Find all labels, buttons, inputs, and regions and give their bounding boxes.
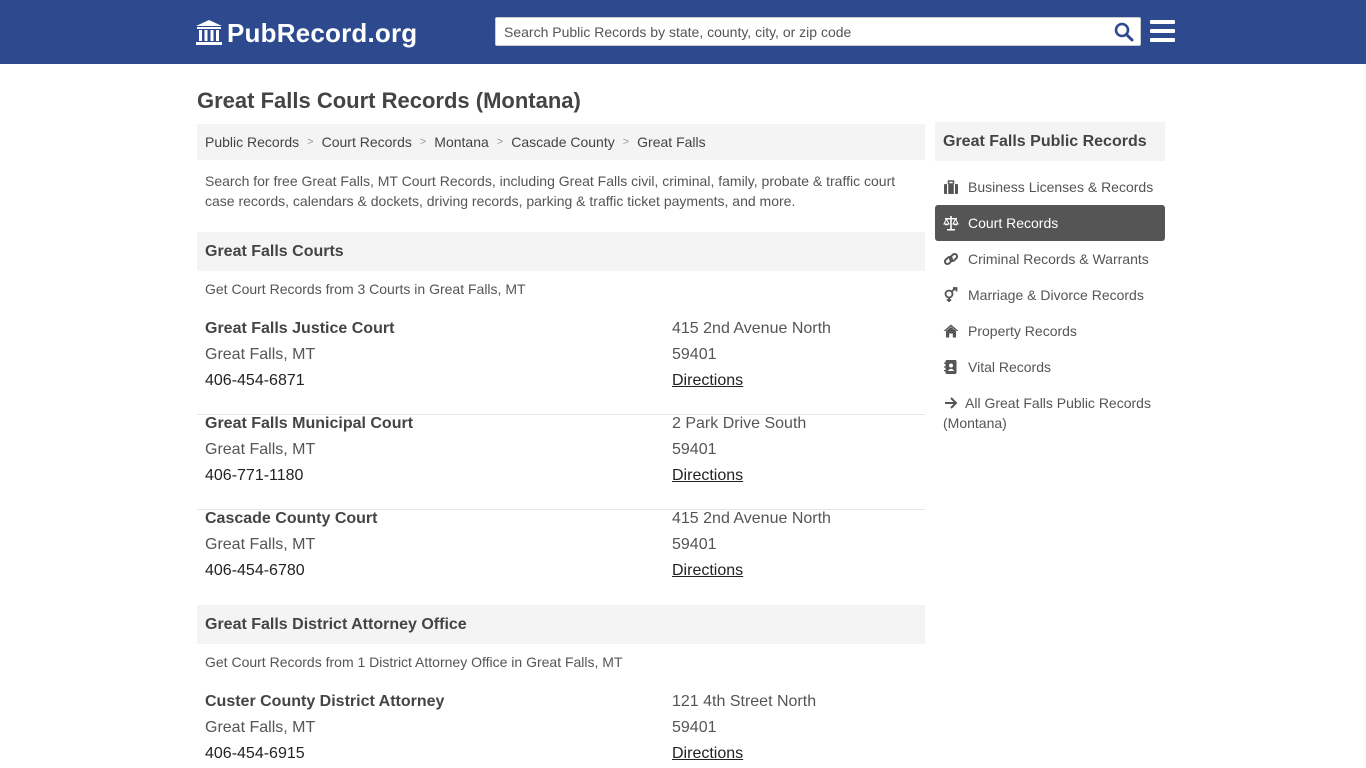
breadcrumb-separator: >: [496, 136, 504, 148]
sidebar-item-business-licenses[interactable]: Business Licenses & Records: [935, 169, 1165, 205]
gender-icon: [944, 287, 958, 302]
sidebar-item-label: Vital Records: [968, 359, 1052, 375]
directions-link[interactable]: Directions: [672, 372, 743, 390]
breadcrumb-cascade-county[interactable]: Cascade County: [511, 134, 615, 150]
court-phone[interactable]: 406-454-6915: [205, 745, 305, 763]
breadcrumb-separator: >: [419, 136, 427, 148]
breadcrumb-separator: >: [307, 136, 314, 148]
court-address: 415 2nd Avenue North: [672, 510, 831, 527]
court-city: Great Falls, MT: [205, 536, 316, 553]
courts-section-subtitle: Get Court Records from 3 Courts in Great…: [205, 281, 526, 297]
link-icon: [943, 252, 959, 266]
home-icon: [943, 324, 959, 338]
court-phone[interactable]: 406-454-6871: [205, 372, 305, 390]
search-input[interactable]: [496, 18, 1096, 45]
court-zip: 59401: [672, 441, 717, 458]
search-box: [495, 17, 1141, 46]
logo-text: PubRecord.org: [227, 17, 418, 48]
sidebar-item-court-records[interactable]: Court Records: [935, 205, 1165, 241]
court-address: 2 Park Drive South: [672, 415, 807, 432]
briefcase-icon: [944, 180, 958, 194]
sidebar-item-label: Court Records: [968, 215, 1059, 231]
breadcrumb-great-falls[interactable]: Great Falls: [637, 134, 705, 150]
court-listing: Cascade County Court Great Falls, MT 406…: [197, 510, 925, 605]
sidebar-item-label: Business Licenses & Records: [968, 179, 1154, 195]
sidebar-heading: Great Falls Public Records: [935, 122, 1165, 161]
sidebar-item-label: Property Records: [968, 323, 1077, 339]
search-icon[interactable]: [1114, 22, 1134, 42]
courthouse-icon: [196, 20, 222, 45]
court-address: 415 2nd Avenue North: [672, 320, 831, 337]
directions-link[interactable]: Directions: [672, 562, 743, 580]
sidebar-item-property-records[interactable]: Property Records: [935, 313, 1165, 349]
court-phone[interactable]: 406-454-6780: [205, 562, 305, 580]
sidebar-item-vital-records[interactable]: Vital Records: [935, 349, 1165, 385]
sidebar-all-records-label: All Great Falls Public Records (Montana): [943, 395, 1151, 431]
court-name: Cascade County Court: [205, 510, 378, 527]
sidebar-all-records-link[interactable]: All Great Falls Public Records (Montana): [943, 393, 1163, 433]
courts-section-heading: Great Falls Courts: [197, 232, 925, 271]
da-section-heading: Great Falls District Attorney Office: [197, 605, 925, 644]
page-title: Great Falls Court Records (Montana): [197, 88, 581, 113]
arrow-right-icon: [945, 397, 958, 409]
da-section-subtitle: Get Court Records from 1 District Attorn…: [205, 654, 623, 670]
breadcrumb: Public Records > Court Records > Montana…: [197, 124, 925, 160]
directions-link[interactable]: Directions: [672, 467, 743, 485]
court-city: Great Falls, MT: [205, 441, 316, 458]
court-listing: Great Falls Municipal Court Great Falls,…: [197, 415, 925, 510]
hamburger-menu-icon[interactable]: [1150, 20, 1175, 42]
court-city: Great Falls, MT: [205, 719, 316, 736]
court-listing: Custer County District Attorney Great Fa…: [197, 693, 925, 768]
court-zip: 59401: [672, 536, 717, 553]
court-name: Great Falls Justice Court: [205, 320, 395, 337]
court-city: Great Falls, MT: [205, 346, 316, 363]
breadcrumb-separator: >: [622, 136, 630, 148]
sidebar-item-label: Criminal Records & Warrants: [968, 251, 1149, 267]
sidebar-item-marriage-divorce[interactable]: Marriage & Divorce Records: [935, 277, 1165, 313]
breadcrumb-court-records[interactable]: Court Records: [322, 134, 412, 150]
scales-icon: [943, 216, 959, 231]
directions-link[interactable]: Directions: [672, 745, 743, 763]
intro-text: Search for free Great Falls, MT Court Re…: [205, 173, 896, 209]
court-zip: 59401: [672, 719, 717, 736]
breadcrumb-public-records[interactable]: Public Records: [205, 134, 299, 150]
address-book-icon: [944, 360, 957, 374]
court-listing: Great Falls Justice Court Great Falls, M…: [197, 320, 925, 415]
sidebar-item-criminal-records[interactable]: Criminal Records & Warrants: [935, 241, 1165, 277]
breadcrumb-montana[interactable]: Montana: [434, 134, 488, 150]
court-name: Custer County District Attorney: [205, 693, 445, 710]
top-navbar: PubRecord.org: [0, 0, 1366, 64]
site-logo[interactable]: PubRecord.org: [195, 18, 417, 48]
court-name: Great Falls Municipal Court: [205, 415, 414, 432]
sidebar-item-label: Marriage & Divorce Records: [968, 287, 1144, 303]
court-phone[interactable]: 406-771-1180: [205, 467, 303, 485]
court-zip: 59401: [672, 346, 717, 363]
court-address: 121 4th Street North: [672, 693, 817, 710]
